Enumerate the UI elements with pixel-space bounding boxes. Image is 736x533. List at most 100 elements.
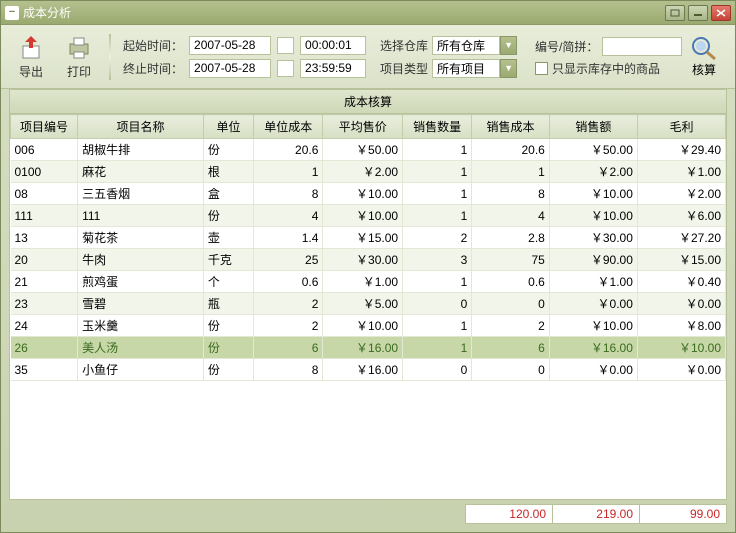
table-cell: 千克 <box>203 249 253 271</box>
table-cell: 24 <box>11 315 78 337</box>
table-cell: 盒 <box>203 183 253 205</box>
table-cell: 份 <box>203 315 253 337</box>
table-cell: 23 <box>11 293 78 315</box>
table-cell: 份 <box>203 337 253 359</box>
column-header[interactable]: 单位成本 <box>254 115 323 139</box>
warehouse-select[interactable] <box>432 36 500 55</box>
column-header[interactable]: 单位 <box>203 115 253 139</box>
table-cell: 111 <box>78 205 204 227</box>
table-cell: ￥8.00 <box>637 315 725 337</box>
column-header[interactable]: 项目编号 <box>11 115 78 139</box>
project-type-label: 项目类型 <box>380 60 428 77</box>
export-button[interactable]: 导出 <box>9 31 53 82</box>
magnifier-icon <box>689 35 719 61</box>
table-row[interactable]: 24玉米羹份2￥10.0012￥10.00￥8.00 <box>11 315 726 337</box>
table-cell: ￥15.00 <box>323 227 403 249</box>
table-cell: 1 <box>403 139 472 161</box>
table-cell: ￥10.00 <box>549 315 637 337</box>
data-table: 项目编号项目名称单位单位成本平均售价销售数量销售成本销售额毛利 006胡椒牛排份… <box>10 114 726 381</box>
table-cell: 份 <box>203 139 253 161</box>
column-header[interactable]: 销售额 <box>549 115 637 139</box>
table-row[interactable]: 35小鱼仔份8￥16.0000￥0.00￥0.00 <box>11 359 726 381</box>
end-time-input[interactable] <box>300 59 366 78</box>
table-cell: ￥15.00 <box>637 249 725 271</box>
table-row[interactable]: 0100麻花根1￥2.0011￥2.00￥1.00 <box>11 161 726 183</box>
table-cell: 13 <box>11 227 78 249</box>
table-cell: 根 <box>203 161 253 183</box>
table-row[interactable]: 111111份4￥10.0014￥10.00￥6.00 <box>11 205 726 227</box>
stock-only-checkbox[interactable] <box>535 62 548 75</box>
print-icon <box>63 33 95 61</box>
column-header[interactable]: 销售数量 <box>403 115 472 139</box>
table-cell: 雪碧 <box>78 293 204 315</box>
table-cell: 21 <box>11 271 78 293</box>
project-type-dropdown-button[interactable]: ▼ <box>500 59 517 78</box>
table-cell: 1 <box>403 161 472 183</box>
start-date-picker[interactable] <box>277 37 294 54</box>
table-row[interactable]: 23雪碧瓶2￥5.0000￥0.00￥0.00 <box>11 293 726 315</box>
table-cell: ￥16.00 <box>323 337 403 359</box>
table-row[interactable]: 26美人汤份6￥16.0016￥16.00￥10.00 <box>11 337 726 359</box>
table-cell: ￥0.00 <box>637 359 725 381</box>
table-cell: 三五香烟 <box>78 183 204 205</box>
table-cell: 111 <box>11 205 78 227</box>
toolbar: 导出 打印 起始时间： 终止时间： 选择仓库 ▼ 项目类 <box>1 25 735 89</box>
footer-total-sales: 219.00 <box>552 504 640 524</box>
column-header[interactable]: 销售成本 <box>472 115 550 139</box>
end-date-input[interactable] <box>189 59 271 78</box>
end-time-label: 终止时间： <box>123 60 183 77</box>
table-cell: 2 <box>403 227 472 249</box>
column-header[interactable]: 毛利 <box>637 115 725 139</box>
column-header[interactable]: 项目名称 <box>78 115 204 139</box>
table-cell: 2 <box>254 315 323 337</box>
project-type-select[interactable] <box>432 59 500 78</box>
restore-button[interactable] <box>665 5 685 21</box>
column-header[interactable]: 平均售价 <box>323 115 403 139</box>
table-cell: ￥50.00 <box>549 139 637 161</box>
table-cell: ￥0.40 <box>637 271 725 293</box>
table-cell: 20.6 <box>472 139 550 161</box>
table-scroll[interactable]: 项目编号项目名称单位单位成本平均售价销售数量销售成本销售额毛利 006胡椒牛排份… <box>10 114 726 499</box>
calculate-button[interactable]: 核算 <box>689 35 719 78</box>
table-cell: ￥29.40 <box>637 139 725 161</box>
footer-total-profit: 99.00 <box>639 504 727 524</box>
window-title: 成本分析 <box>23 4 665 21</box>
print-button[interactable]: 打印 <box>57 31 101 82</box>
end-date-picker[interactable] <box>277 60 294 77</box>
table-row[interactable]: 21煎鸡蛋个0.6￥1.0010.6￥1.00￥0.40 <box>11 271 726 293</box>
table-row[interactable]: 20牛肉千克25￥30.00375￥90.00￥15.00 <box>11 249 726 271</box>
start-time-input[interactable] <box>300 36 366 55</box>
table-cell: 煎鸡蛋 <box>78 271 204 293</box>
table-cell: 2.8 <box>472 227 550 249</box>
titlebar: − 成本分析 <box>1 1 735 25</box>
content-title: 成本核算 <box>10 90 726 114</box>
table-cell: 瓶 <box>203 293 253 315</box>
table-cell: 75 <box>472 249 550 271</box>
table-row[interactable]: 13菊花茶壶1.4￥15.0022.8￥30.00￥27.20 <box>11 227 726 249</box>
table-cell: ￥0.00 <box>549 293 637 315</box>
table-cell: 35 <box>11 359 78 381</box>
export-icon <box>15 33 47 61</box>
table-cell: 25 <box>254 249 323 271</box>
table-cell: 玉米羹 <box>78 315 204 337</box>
table-cell: 壶 <box>203 227 253 249</box>
table-cell: 0 <box>403 359 472 381</box>
minimize-button[interactable] <box>688 5 708 21</box>
code-label: 编号/简拼： <box>535 38 598 55</box>
footer: 120.00 219.00 99.00 <box>9 504 727 524</box>
table-cell: ￥30.00 <box>549 227 637 249</box>
code-input[interactable] <box>602 37 682 56</box>
table-cell: ￥5.00 <box>323 293 403 315</box>
table-row[interactable]: 006胡椒牛排份20.6￥50.00120.6￥50.00￥29.40 <box>11 139 726 161</box>
table-row[interactable]: 08三五香烟盒8￥10.0018￥10.00￥2.00 <box>11 183 726 205</box>
start-time-label: 起始时间： <box>123 37 183 54</box>
print-label: 打印 <box>67 63 91 80</box>
close-button[interactable] <box>711 5 731 21</box>
warehouse-dropdown-button[interactable]: ▼ <box>500 36 517 55</box>
window-icon: − <box>5 6 19 20</box>
table-cell: ￥10.00 <box>323 315 403 337</box>
table-cell: 1 <box>403 183 472 205</box>
table-cell: 6 <box>254 337 323 359</box>
start-date-input[interactable] <box>189 36 271 55</box>
table-cell: ￥10.00 <box>549 183 637 205</box>
